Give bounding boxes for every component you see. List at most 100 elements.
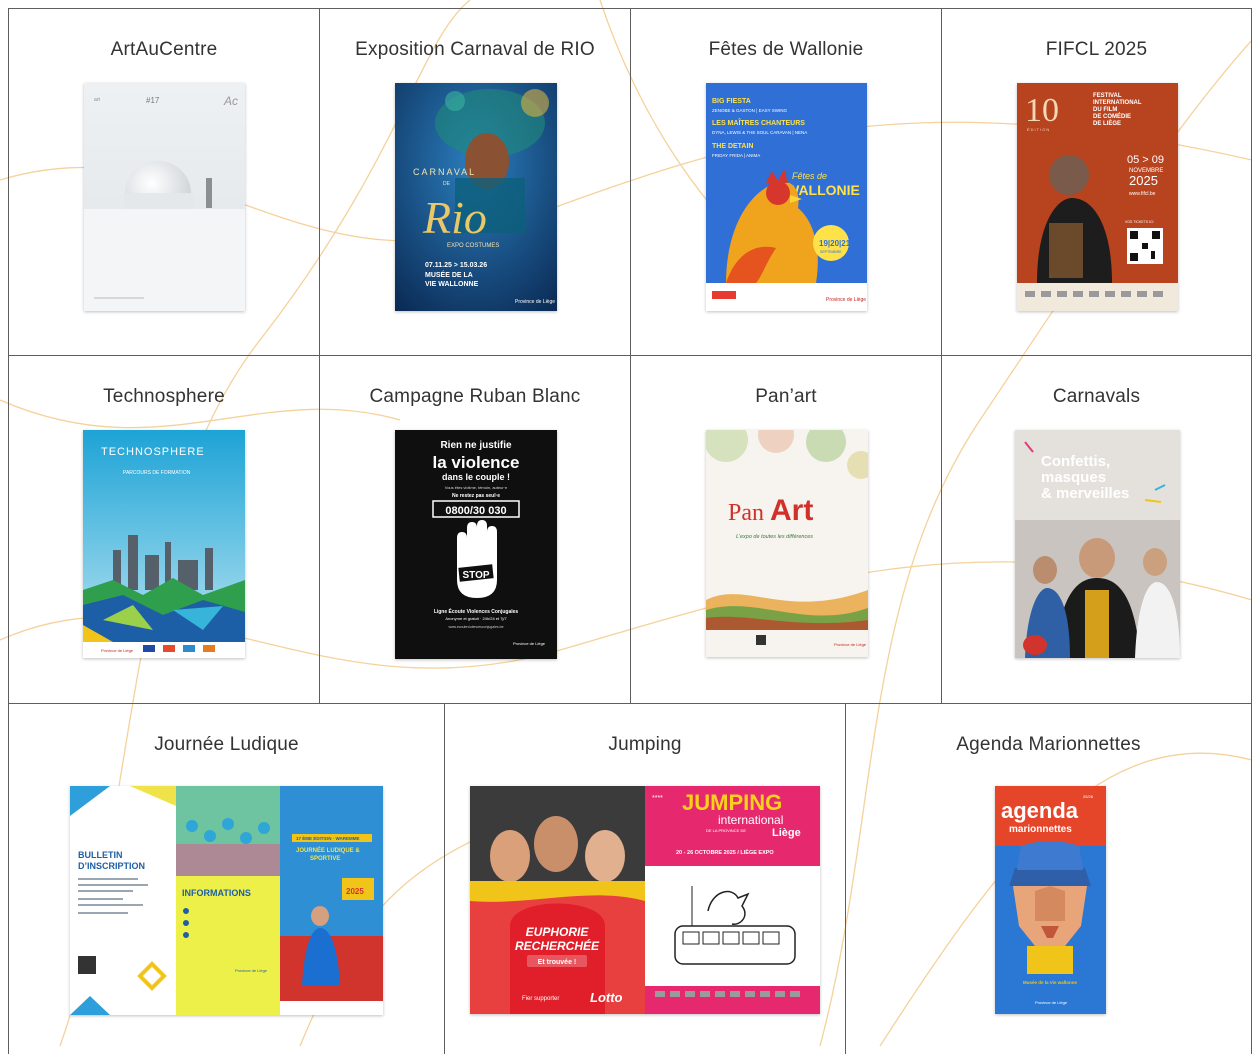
svg-text:SPORTIVE: SPORTIVE	[310, 856, 340, 862]
svg-text:25/26: 25/26	[1083, 794, 1094, 799]
card-rio[interactable]: Exposition Carnaval de RIO CARNAVAL DE R…	[319, 8, 630, 355]
card-carnavals[interactable]: Carnavals Confettis, masques & merveille…	[941, 355, 1252, 703]
svg-text:Province de Liège: Province de Liège	[101, 648, 134, 653]
svg-text:DU FILM: DU FILM	[1093, 107, 1117, 113]
svg-text:Confettis,: Confettis,	[1041, 453, 1110, 470]
svg-text:DYNA, LEWIS & THE SOUL CARAVAN: DYNA, LEWIS & THE SOUL CARAVAN | NENA	[712, 130, 807, 135]
card-agenda-marionnettes[interactable]: Agenda Marionnettes agenda marionnettes …	[845, 703, 1252, 1054]
card-title: Journée Ludique	[154, 734, 299, 755]
poster-fetes-wallonie[interactable]: BIG FIESTA ZENOBE & GASTON | EASY SWING …	[706, 83, 867, 311]
svg-text:05 > 09: 05 > 09	[1127, 154, 1164, 166]
svg-text:SEPTEMBRE: SEPTEMBRE	[820, 250, 842, 254]
gallery-row-2: Technosphere TECHNOSPHERE PARCOURS DE FO…	[8, 355, 1252, 703]
poster-rio[interactable]: CARNAVAL DE Rio EXPO COSTUMES 07.11.25 >…	[395, 83, 557, 311]
gallery-row-1: ArtAuCentre art #17 Ac Exposition Carnav…	[8, 8, 1252, 355]
card-fifcl[interactable]: FIFCL 2025 10 ÉDITION FESTIVAL INTERNATI…	[941, 8, 1252, 355]
svg-text:RECHERCHÉE: RECHERCHÉE	[515, 938, 600, 953]
svg-text:marionnettes: marionnettes	[1009, 824, 1072, 835]
svg-text:Fêtes de: Fêtes de	[792, 171, 827, 181]
svg-text:Province de Liège: Province de Liège	[235, 968, 268, 973]
svg-text:PARCOURS DE FORMATION: PARCOURS DE FORMATION	[123, 470, 191, 476]
svg-text:17 ÈME ÉDITION · WAREMME: 17 ÈME ÉDITION · WAREMME	[296, 834, 360, 841]
svg-text:Art: Art	[770, 494, 813, 527]
poster-artaucentre[interactable]: art #17 Ac	[84, 83, 245, 311]
card-title: FIFCL 2025	[1045, 39, 1148, 60]
svg-text:DE: DE	[443, 181, 451, 187]
svg-text:& merveilles: & merveilles	[1041, 485, 1129, 502]
svg-text:www.ecouteviolencesconjugales.: www.ecouteviolencesconjugales.be	[448, 625, 503, 629]
card-title: Campagne Ruban Blanc	[369, 386, 581, 407]
card-artaucentre[interactable]: ArtAuCentre art #17 Ac	[8, 8, 319, 355]
svg-text:ZENOBE & GASTON | EASY SWING: ZENOBE & GASTON | EASY SWING	[712, 108, 788, 113]
svg-text:Province de Liège: Province de Liège	[1035, 1000, 1068, 1005]
svg-text:19|20|21: 19|20|21	[819, 239, 851, 248]
svg-text:international: international	[718, 813, 783, 827]
svg-text:www.fifcl.be: www.fifcl.be	[1129, 191, 1156, 197]
card-title: Agenda Marionnettes	[956, 734, 1141, 755]
svg-text:Rien ne justifie: Rien ne justifie	[440, 440, 512, 451]
svg-text:DE COMÉDIE: DE COMÉDIE	[1093, 112, 1131, 120]
card-panart[interactable]: Pan’art Pan Art L’expo de toutes les dif…	[630, 355, 941, 703]
svg-text:JOURNÉE LUDIQUE &: JOURNÉE LUDIQUE &	[296, 846, 360, 854]
svg-text:INTERNATIONAL: INTERNATIONAL	[1093, 100, 1142, 106]
svg-text:agenda: agenda	[1001, 798, 1079, 823]
svg-text:Liège: Liège	[772, 827, 801, 839]
poster-jumping[interactable]: EUPHORIE RECHERCHÉE Et trouvée ! Fier su…	[470, 786, 820, 1014]
svg-text:CARNAVAL: CARNAVAL	[413, 167, 476, 177]
svg-text:Anonyme et gratuit · 24h/24 et: Anonyme et gratuit · 24h/24 et 7j/7	[445, 616, 507, 621]
svg-text:2025: 2025	[1129, 173, 1158, 188]
poster-technosphere[interactable]: TECHNOSPHERE PARCOURS DE FORMATION Provi…	[83, 430, 245, 658]
svg-text:LES MAÎTRES CHANTEURS: LES MAÎTRES CHANTEURS	[712, 118, 805, 127]
svg-text:Ligne Écoute Violences Conjuga: Ligne Écoute Violences Conjugales	[434, 607, 519, 615]
card-title: ArtAuCentre	[110, 39, 218, 60]
svg-text:DE LA PROVINCE DE: DE LA PROVINCE DE	[706, 828, 746, 833]
svg-text:BULLETIN: BULLETIN	[78, 850, 123, 860]
card-title: Pan’art	[755, 386, 817, 407]
svg-text:masques: masques	[1041, 469, 1106, 486]
svg-text:ÉDITION: ÉDITION	[1027, 127, 1050, 132]
svg-text:JUMPING: JUMPING	[682, 790, 782, 815]
poster-journee-ludique[interactable]: BULLETIN D’INSCRIPTION INFORMATIONS Prov…	[70, 786, 383, 1015]
svg-text:art: art	[94, 97, 100, 103]
poster-agenda-marionnettes[interactable]: agenda marionnettes 25/26 Musée de la Vi…	[995, 786, 1106, 1014]
card-technosphere[interactable]: Technosphere TECHNOSPHERE PARCOURS DE FO…	[8, 355, 319, 703]
svg-text:VOS TICKETS ICI: VOS TICKETS ICI	[1125, 220, 1154, 224]
poster-ruban-blanc[interactable]: Rien ne justifie la violence dans le cou…	[395, 430, 557, 659]
svg-text:Musée de la Vie wallonne: Musée de la Vie wallonne	[1023, 980, 1077, 985]
svg-text:INFORMATIONS: INFORMATIONS	[182, 888, 251, 898]
poster-fifcl[interactable]: 10 ÉDITION FESTIVAL INTERNATIONAL DU FIL…	[1017, 83, 1178, 311]
svg-text:THE DETAIN: THE DETAIN	[712, 143, 753, 150]
svg-text:Pan: Pan	[728, 500, 764, 526]
svg-text:D’INSCRIPTION: D’INSCRIPTION	[78, 861, 145, 871]
svg-text:Ac: Ac	[223, 94, 238, 108]
svg-text:FESTIVAL: FESTIVAL	[1093, 93, 1122, 99]
svg-text:20 - 26 OCTOBRE 2025 / LIÈGE E: 20 - 26 OCTOBRE 2025 / LIÈGE EXPO	[676, 848, 774, 856]
card-title: Carnavals	[1052, 386, 1141, 407]
svg-text:VIE WALLONNE: VIE WALLONNE	[425, 281, 479, 288]
card-title: Fêtes de Wallonie	[708, 39, 864, 60]
svg-text:STOP: STOP	[462, 570, 489, 581]
svg-text:dans le couple !: dans le couple !	[442, 472, 510, 482]
card-title: Technosphere	[103, 386, 225, 407]
poster-panart[interactable]: Pan Art L’expo de toutes les différences…	[706, 430, 868, 657]
card-ruban-blanc[interactable]: Campagne Ruban Blanc Rien ne justifie la…	[319, 355, 630, 703]
svg-text:FRIDAY FRIDA | ANIMA: FRIDAY FRIDA | ANIMA	[712, 153, 760, 158]
svg-text:DE LIÈGE: DE LIÈGE	[1093, 119, 1121, 127]
svg-text:Et trouvée !: Et trouvée !	[538, 959, 577, 966]
svg-text:EXPO COSTUMES: EXPO COSTUMES	[447, 243, 499, 249]
card-jumping[interactable]: Jumping EUPHORIE RECHERCHÉE Et trouvée !…	[444, 703, 845, 1054]
poster-gallery: ArtAuCentre art #17 Ac Exposition Carnav…	[8, 8, 1252, 1054]
svg-text:07.11.25 > 15.03.26: 07.11.25 > 15.03.26	[425, 262, 487, 269]
card-journee-ludique[interactable]: Journée Ludique BULLETIN D’INSCRIPTION I…	[8, 703, 444, 1054]
svg-text:0800/30 030: 0800/30 030	[445, 505, 506, 517]
svg-text:2025: 2025	[346, 887, 364, 896]
poster-carnavals[interactable]: Confettis, masques & merveilles	[1015, 430, 1180, 658]
card-wallonie[interactable]: Fêtes de Wallonie BIG FIESTA ZENOBE & GA…	[630, 8, 941, 355]
svg-text:TECHNOSPHERE: TECHNOSPHERE	[101, 446, 205, 458]
svg-text:EUPHORIE: EUPHORIE	[526, 925, 590, 939]
svg-text:MUSÉE DE LA: MUSÉE DE LA	[425, 270, 473, 279]
card-title: Jumping	[608, 734, 682, 755]
svg-text:L’expo de toutes les différenc: L’expo de toutes les différences	[736, 534, 813, 540]
svg-text:Lotto: Lotto	[590, 990, 623, 1005]
svg-text:****: ****	[652, 795, 663, 802]
